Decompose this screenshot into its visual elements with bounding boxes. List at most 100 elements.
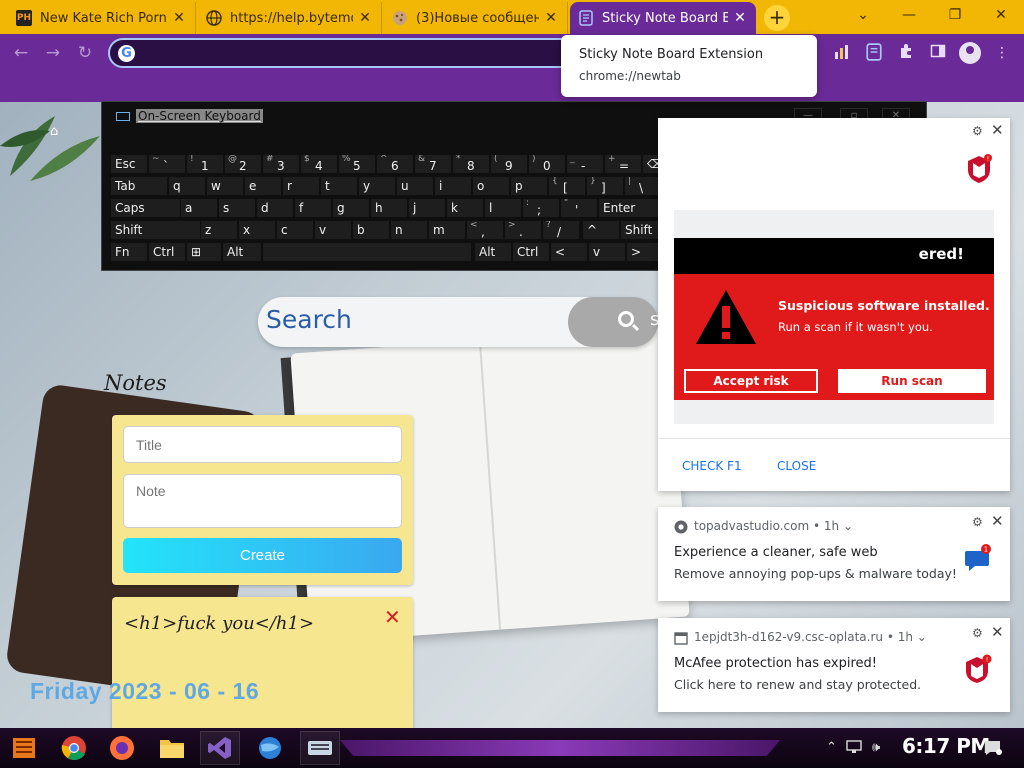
search-button[interactable]: s	[568, 297, 659, 347]
key-8[interactable]: * 8	[452, 154, 490, 174]
osk-title-bar[interactable]: On-Screen Keyboard	[116, 109, 263, 123]
key-0[interactable]: ) 0	[528, 154, 566, 174]
key-punct-1[interactable]: " '	[560, 198, 598, 218]
key-arrow-down[interactable]: v	[588, 242, 626, 262]
tab-4-active[interactable]: Sticky Note Board Ex ✕	[570, 2, 756, 34]
notification-1[interactable]: topadvastudio.com • 1h ⌄ ⚙ ✕ Experience …	[658, 507, 1010, 601]
key-punct4-1[interactable]: >.	[504, 220, 542, 240]
taskbar-firefox[interactable]	[102, 731, 142, 765]
key-p[interactable]: p	[510, 176, 548, 196]
profile-avatar[interactable]	[959, 42, 981, 64]
side-panel-icon[interactable]	[928, 43, 948, 63]
key-b[interactable]: b	[352, 220, 390, 240]
key-j[interactable]: j	[408, 198, 446, 218]
key-punct4-0[interactable]: <,	[466, 220, 504, 240]
close-window-button[interactable]: ✕	[978, 0, 1024, 30]
expand-chevron-icon[interactable]: ⌄	[843, 519, 853, 533]
run-scan-button[interactable]: Run scan	[838, 369, 986, 393]
key-w[interactable]: w	[206, 176, 244, 196]
tray-expand-icon[interactable]: ⌃	[826, 740, 837, 755]
tab-1[interactable]: PH New Kate Rich Porn V ✕	[8, 2, 196, 34]
key-ctrl-left[interactable]: Ctrl	[148, 242, 186, 262]
key-e[interactable]: e	[244, 176, 282, 196]
key-bracket-0[interactable]: {[	[548, 176, 586, 196]
close-icon[interactable]: ✕	[991, 121, 1004, 139]
tab-search-icon[interactable]: ⌄	[840, 0, 886, 30]
key-bracket-1[interactable]: }]	[586, 176, 624, 196]
analytics-extension-icon[interactable]	[832, 43, 852, 63]
forward-arrow-icon[interactable]: →	[42, 42, 64, 64]
address-bar[interactable]: G	[108, 38, 588, 68]
key-arrow-left[interactable]: <	[550, 242, 588, 262]
volume-icon[interactable]: 🕪	[872, 740, 880, 755]
settings-gear-icon[interactable]: ⚙	[972, 515, 983, 529]
note-title-input[interactable]	[123, 426, 402, 463]
close-tab-icon[interactable]: ✕	[732, 10, 748, 26]
key-bracket-2[interactable]: | \	[624, 176, 662, 196]
settings-gear-icon[interactable]: ⚙	[972, 626, 983, 640]
extensions-puzzle-icon[interactable]	[896, 43, 916, 63]
key-5[interactable]: % 5	[338, 154, 376, 174]
menu-kebab-icon[interactable]: ⋮	[992, 43, 1012, 63]
key-4[interactable]: $4	[300, 154, 338, 174]
network-icon[interactable]	[846, 740, 862, 758]
taskbar-chrome[interactable]	[54, 731, 94, 765]
reload-icon[interactable]: ↻	[74, 42, 96, 64]
key-windows[interactable]: ⊞	[186, 242, 222, 262]
key-i[interactable]: i	[434, 176, 472, 196]
key-3[interactable]: #3	[262, 154, 300, 174]
key-f[interactable]: f	[294, 198, 332, 218]
key-6[interactable]: ^ 6	[376, 154, 414, 174]
sticky-note-extension-icon[interactable]	[864, 43, 884, 63]
key-fn[interactable]: Fn	[110, 242, 148, 262]
key-1[interactable]: ! 1	[186, 154, 224, 174]
key-l[interactable]: l	[484, 198, 522, 218]
key-9[interactable]: (9	[490, 154, 528, 174]
taskbar-osk[interactable]	[300, 731, 340, 765]
key-caps-lock[interactable]: Caps	[110, 198, 188, 218]
key-y[interactable]: y	[358, 176, 396, 196]
tab-3[interactable]: (3)Новые сообщения ✕	[384, 2, 568, 34]
note-body-input[interactable]	[123, 474, 402, 528]
key-h[interactable]: h	[370, 198, 408, 218]
search-bar[interactable]: Search s	[258, 297, 659, 347]
accept-risk-button[interactable]: Accept risk	[684, 369, 818, 393]
tab-2[interactable]: https://help.bytemor ✕	[198, 2, 382, 34]
key-z[interactable]: z	[200, 220, 238, 240]
key-tab[interactable]: Tab	[110, 176, 168, 196]
key-punct-0[interactable]: :;	[522, 198, 560, 218]
close-icon[interactable]: ✕	[991, 623, 1004, 641]
taskbar-visual-studio[interactable]	[200, 731, 240, 765]
start-button[interactable]	[4, 731, 44, 765]
key-n[interactable]: n	[390, 220, 428, 240]
key-ctrl-right[interactable]: Ctrl	[512, 242, 550, 262]
key-`[interactable]: ~ `	[148, 154, 186, 174]
key-v[interactable]: v	[314, 220, 352, 240]
key--[interactable]: _ -	[566, 154, 604, 174]
key-q[interactable]: q	[168, 176, 206, 196]
create-note-button[interactable]: Create	[123, 538, 402, 573]
key-2[interactable]: @2	[224, 154, 262, 174]
back-arrow-icon[interactable]: ←	[10, 42, 32, 64]
taskbar-file-explorer[interactable]	[152, 731, 192, 765]
system-clock[interactable]: 6:17 PM	[902, 734, 990, 758]
key-s[interactable]: s	[218, 198, 256, 218]
action-center-icon[interactable]	[984, 740, 1002, 760]
key-esc[interactable]: Esc	[110, 154, 148, 174]
key-g[interactable]: g	[332, 198, 370, 218]
close-tab-icon[interactable]: ✕	[543, 10, 559, 26]
new-tab-button[interactable]: +	[764, 5, 790, 31]
key-m[interactable]: m	[428, 220, 466, 240]
key-r[interactable]: r	[282, 176, 320, 196]
key-=[interactable]: + =	[604, 154, 642, 174]
key-k[interactable]: k	[446, 198, 484, 218]
key-a[interactable]: a	[180, 198, 218, 218]
key-alt-left[interactable]: Alt	[222, 242, 262, 262]
close-tab-icon[interactable]: ✕	[171, 10, 187, 26]
home-icon[interactable]: ⌂	[50, 124, 58, 139]
key-space[interactable]	[262, 242, 472, 262]
key-shift-left[interactable]: Shift	[110, 220, 206, 240]
minimize-button[interactable]: —	[886, 0, 932, 30]
expand-chevron-icon[interactable]: ⌄	[917, 630, 927, 644]
popup-close-button[interactable]: CLOSE	[777, 459, 816, 473]
